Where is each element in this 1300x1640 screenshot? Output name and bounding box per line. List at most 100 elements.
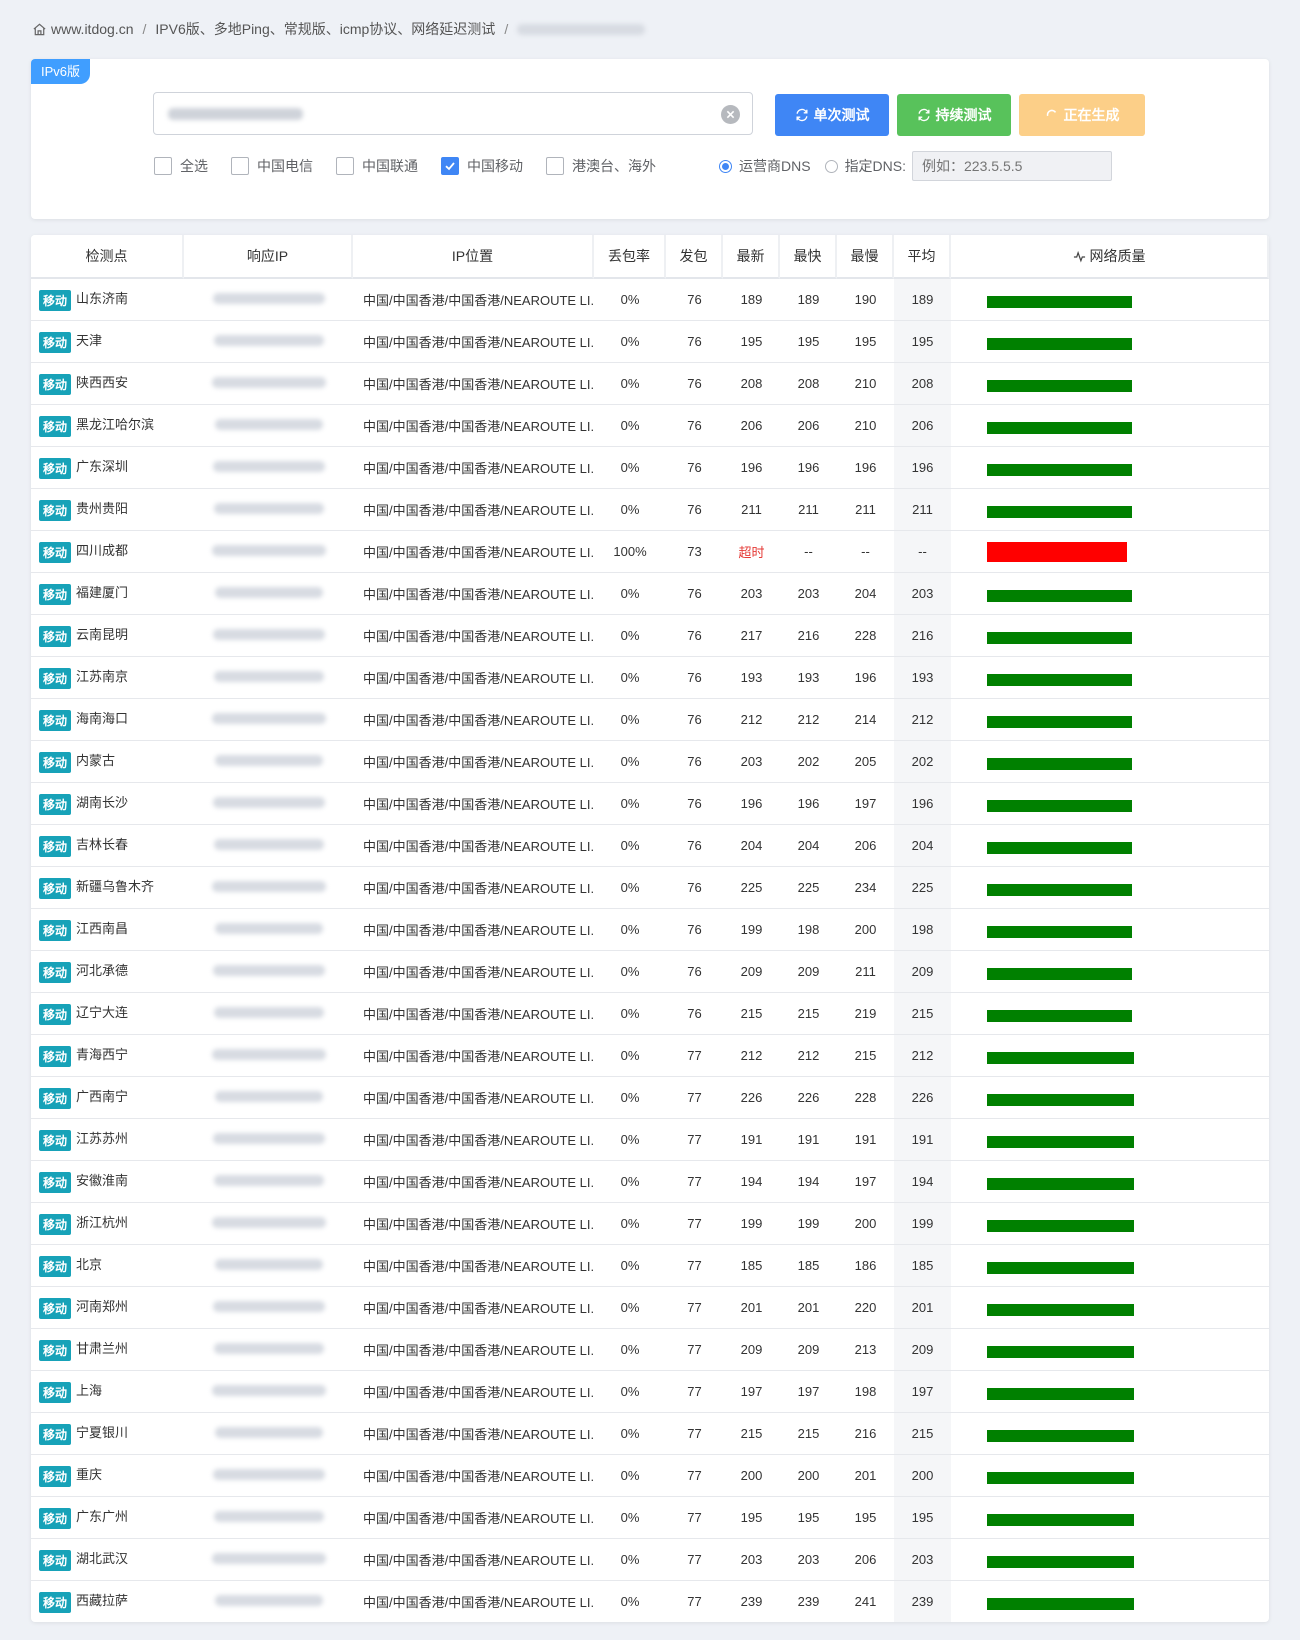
single-test-button[interactable]: 单次测试	[775, 94, 889, 136]
response-ip-cell	[184, 279, 353, 321]
quality-cell	[951, 573, 1269, 615]
isp-tag: 移动	[39, 1423, 72, 1445]
loss-cell: 0%	[594, 447, 666, 489]
quality-bar[interactable]	[987, 799, 1132, 812]
checkbox-china-mobile[interactable]: 中国移动	[441, 156, 523, 176]
host-input[interactable]	[153, 92, 753, 135]
checkbox-overseas[interactable]: 港澳台、海外	[546, 156, 656, 176]
latest-cell: 195	[723, 321, 780, 363]
node-name: 广东深圳	[76, 459, 129, 475]
latest-value: 200	[740, 1468, 763, 1483]
continuous-test-button[interactable]: 持续测试	[897, 94, 1011, 136]
node-cell: 移动 福建厦门	[31, 573, 184, 615]
quality-bar[interactable]	[987, 1471, 1134, 1484]
column-header-latest[interactable]: 最新	[723, 235, 780, 279]
ip-location-cell: 中国/中国香港/中国香港/NEAROUTE LI...	[353, 531, 594, 573]
checkbox-box[interactable]	[231, 157, 249, 175]
fastest-cell: 225	[780, 867, 837, 909]
redacted-ip	[212, 797, 325, 808]
isp-tag: 移动	[39, 919, 72, 941]
quality-bar[interactable]	[987, 883, 1132, 896]
quality-bar[interactable]	[987, 715, 1132, 728]
column-header-avg[interactable]: 平均	[894, 235, 951, 279]
quality-bar[interactable]	[987, 463, 1132, 476]
isp-tag: 移动	[39, 289, 72, 311]
quality-bar[interactable]	[987, 1513, 1134, 1526]
radio-dot[interactable]	[824, 159, 838, 173]
quality-bar[interactable]	[987, 1135, 1134, 1148]
column-header-node[interactable]: 检测点	[31, 235, 184, 279]
sent-cell: 76	[666, 489, 723, 531]
generating-button[interactable]: 正在生成	[1019, 94, 1145, 136]
quality-bar[interactable]	[987, 1261, 1134, 1274]
quality-bar[interactable]	[987, 1177, 1134, 1190]
redacted-ip	[212, 1133, 325, 1144]
checkbox-box[interactable]	[154, 157, 172, 175]
quality-bar[interactable]	[987, 1051, 1134, 1064]
quality-bar[interactable]	[987, 631, 1132, 644]
breadcrumb-page-link[interactable]: IPV6版、多地Ping、常规版、icmp协议、网络延迟测试	[155, 19, 495, 39]
column-header-quality[interactable]: 网络质量	[951, 235, 1269, 279]
latest-cell: 200	[723, 1455, 780, 1497]
breadcrumb-site-link[interactable]: www.itdog.cn	[51, 21, 133, 37]
checkbox-box[interactable]	[546, 157, 564, 175]
continuous-test-label: 持续测试	[935, 107, 992, 123]
isp-tag: 移动	[39, 1591, 72, 1613]
sent-cell: 76	[666, 909, 723, 951]
custom-dns-input[interactable]	[912, 151, 1113, 181]
quality-bar[interactable]	[987, 1303, 1134, 1316]
home-icon[interactable]	[32, 22, 47, 37]
node-name: 宁夏银川	[76, 1425, 129, 1441]
quality-bar[interactable]	[987, 1219, 1134, 1232]
quality-bar[interactable]	[987, 1429, 1134, 1442]
quality-bar[interactable]	[987, 925, 1132, 938]
response-ip-cell	[184, 447, 353, 489]
radio-dot[interactable]	[719, 159, 732, 173]
checkbox-china-unicom[interactable]: 中国联通	[336, 156, 418, 176]
quality-bar[interactable]	[987, 1555, 1134, 1568]
latest-value: 199	[740, 922, 763, 937]
response-ip-cell	[184, 657, 353, 699]
quality-bar[interactable]	[987, 1345, 1134, 1358]
column-header-fastest[interactable]: 最快	[780, 235, 837, 279]
checkbox-select-all[interactable]: 全选	[154, 156, 208, 176]
checkbox-label: 全选	[180, 158, 208, 174]
ip-location-cell: 中国/中国香港/中国香港/NEAROUTE LI...	[353, 699, 594, 741]
column-header-loss[interactable]: 丢包率	[594, 235, 666, 279]
clear-icon[interactable]	[721, 105, 740, 124]
quality-bar[interactable]	[987, 295, 1132, 308]
quality-bar[interactable]	[987, 421, 1132, 434]
quality-bar[interactable]	[987, 379, 1132, 392]
sent-cell: 76	[666, 615, 723, 657]
checkbox-china-telecom[interactable]: 中国电信	[231, 156, 313, 176]
quality-bar[interactable]	[987, 589, 1132, 602]
quality-bar[interactable]	[987, 1093, 1134, 1106]
quality-bar[interactable]	[987, 1387, 1134, 1400]
node-cell: 移动 广东深圳	[31, 447, 184, 489]
quality-bar[interactable]	[987, 1597, 1134, 1610]
slowest-cell: 200	[837, 909, 894, 951]
redacted-ip	[212, 965, 325, 976]
quality-bar[interactable]	[987, 967, 1132, 980]
quality-bar[interactable]	[987, 337, 1132, 350]
column-header-ip[interactable]: 响应IP	[184, 235, 353, 279]
quality-bar[interactable]	[987, 841, 1132, 854]
quality-bar[interactable]	[987, 505, 1132, 518]
column-header-location[interactable]: IP位置	[353, 235, 594, 279]
quality-cell	[951, 741, 1269, 783]
quality-bar[interactable]	[987, 673, 1132, 686]
column-header-sent[interactable]: 发包	[666, 235, 723, 279]
checkbox-box[interactable]	[336, 157, 354, 175]
radio-custom-dns[interactable]: 指定DNS:	[824, 156, 906, 176]
node-name: 北京	[76, 1257, 103, 1273]
quality-bar[interactable]	[987, 1009, 1132, 1022]
quality-bar[interactable]	[987, 757, 1132, 770]
quality-bar[interactable]	[987, 541, 1127, 562]
redacted-ip	[214, 587, 323, 598]
redacted-ip	[211, 1553, 326, 1564]
column-header-slowest[interactable]: 最慢	[837, 235, 894, 279]
loss-cell: 0%	[594, 1203, 666, 1245]
radio-operator-dns[interactable]: 运营商DNS	[719, 156, 811, 176]
checkbox-box[interactable]	[441, 157, 459, 175]
node-name: 广东广州	[76, 1509, 129, 1525]
